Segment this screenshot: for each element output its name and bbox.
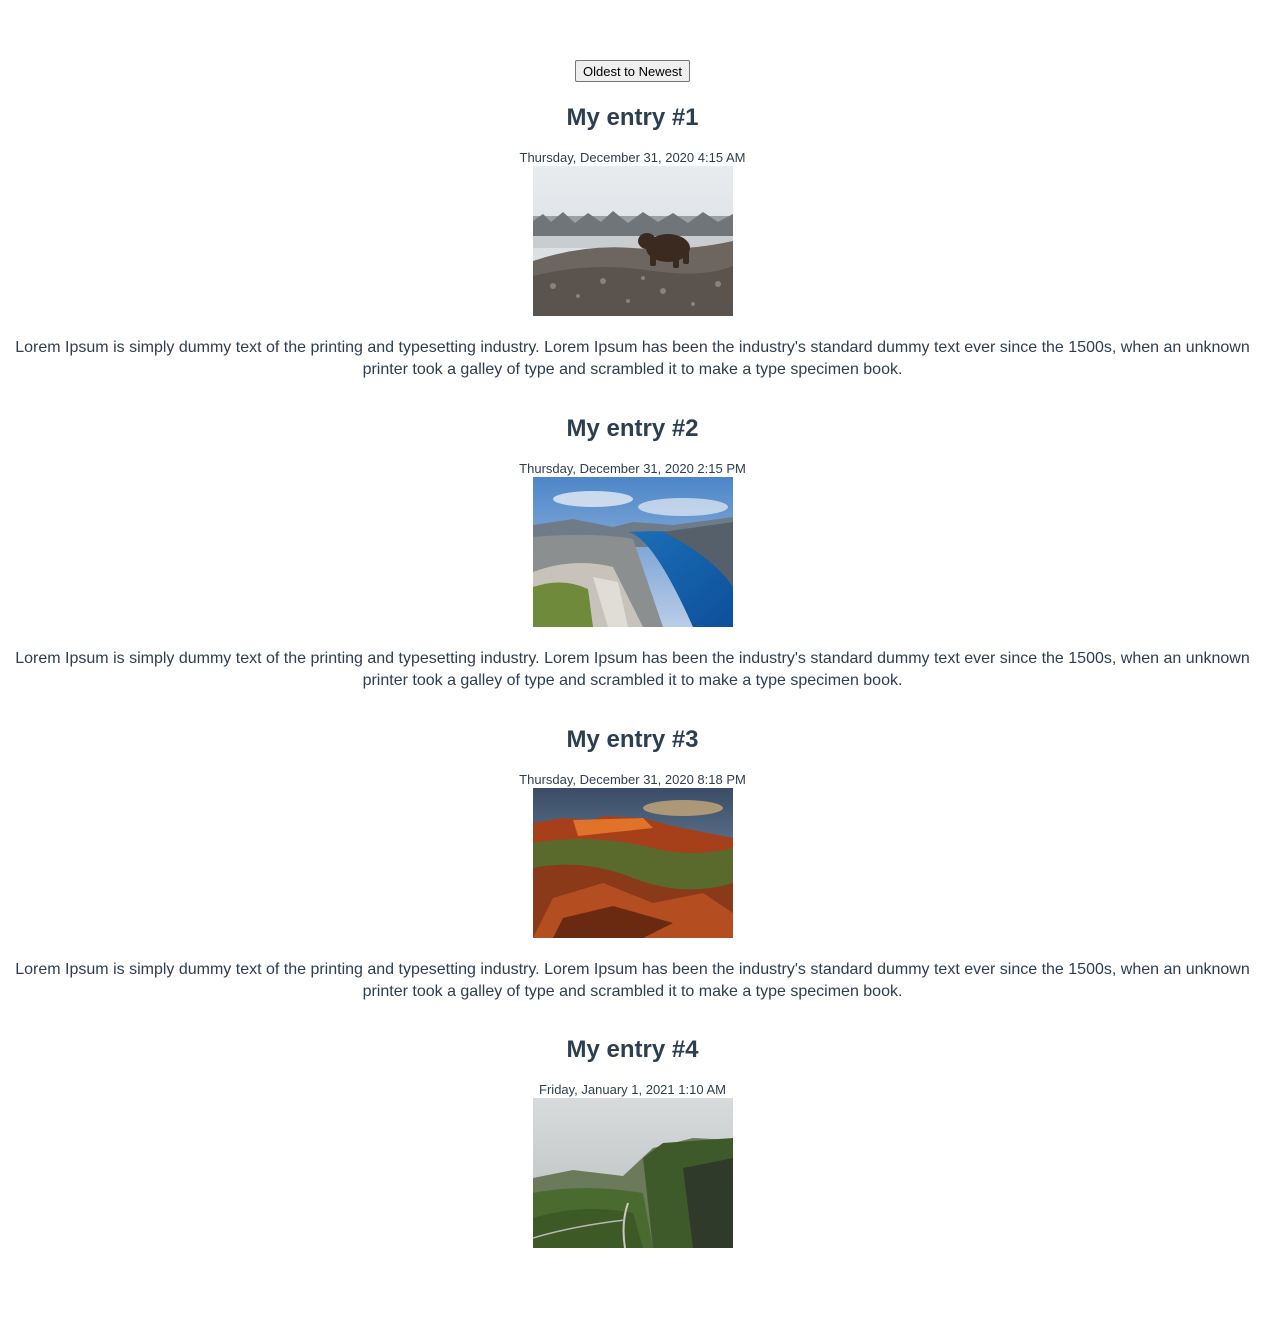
sort-bar: Oldest to Newest (0, 60, 1265, 82)
fjord-cliff-photo (532, 477, 733, 627)
entry-date: Thursday, December 31, 2020 4:15 AM (519, 150, 746, 165)
bear-on-rocky-hill-photo (532, 166, 733, 316)
journal-entry: My entry #3 Thursday, December 31, 2020 … (0, 725, 1265, 1003)
entry-title: My entry #2 (566, 415, 699, 442)
journal-entry: My entry #4 Friday, January 1, 2021 1:10… (0, 1035, 1265, 1269)
entry-date: Friday, January 1, 2021 1:10 AM (539, 1082, 726, 1097)
entry-image-canyon (532, 788, 733, 938)
green-highlands-road-photo (532, 1098, 733, 1248)
entry-text: Lorem Ipsum is simply dummy text of the … (15, 961, 1250, 1000)
sort-order-button[interactable]: Oldest to Newest (575, 60, 690, 82)
journal-entry: My entry #2 Thursday, December 31, 2020 … (0, 414, 1265, 692)
entry-title: My entry #4 (566, 1036, 699, 1063)
entry-text: Lorem Ipsum is simply dummy text of the … (15, 650, 1250, 689)
entry-image-fjord (532, 477, 733, 627)
entry-date: Thursday, December 31, 2020 8:18 PM (519, 772, 746, 787)
entry-image-bear (532, 166, 733, 316)
entry-title: My entry #1 (566, 104, 699, 131)
entry-title: My entry #3 (566, 726, 699, 753)
journal-entry: My entry #1 Thursday, December 31, 2020 … (0, 103, 1265, 381)
red-canyon-sunset-photo (532, 788, 733, 938)
entry-image-highlands (532, 1098, 733, 1248)
entry-date: Thursday, December 31, 2020 2:15 PM (519, 461, 746, 476)
entry-text: Lorem Ipsum is simply dummy text of the … (15, 339, 1250, 378)
